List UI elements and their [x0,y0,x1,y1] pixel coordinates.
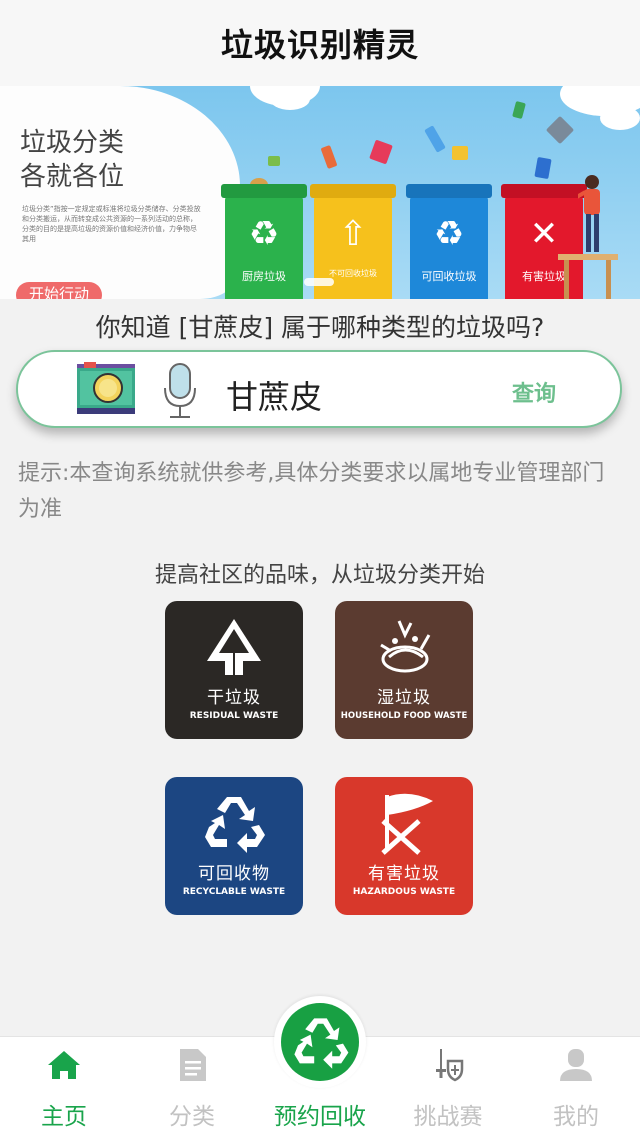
promo-banner[interactable]: 垃圾分类 各就各位 垃圾分类”指按一定规定或标准将垃圾分类储存、分类投放和分类搬… [0,86,640,299]
slogan-text: 提高社区的品味，从垃圾分类开始 [154,563,485,588]
hazardous-icon [381,793,433,855]
bin-recyclable: ♻ 可回收垃圾 [406,184,492,299]
tab-mine[interactable]: 我的 [512,1037,640,1136]
sword-shield-icon [436,1049,464,1082]
banner-description: 垃圾分类”指按一定规定或标准将垃圾分类储存、分类投放和分类搬运，从而转变成公共资… [22,205,201,243]
recycle-icon [205,797,265,853]
category-name: 干垃圾 [207,688,261,708]
document-icon [180,1049,206,1081]
app-title: 垃圾识别精灵 [220,26,419,64]
user-icon [560,1049,592,1081]
bin-kitchen: ♻ 厨房垃圾 [221,184,307,299]
tab-challenge[interactable]: 挑战赛 [384,1037,512,1136]
title-bar: 垃圾识别精灵 [0,0,640,86]
category-name: 可回收物 [198,864,270,884]
tab-category[interactable]: 分类 [128,1037,256,1136]
home-icon [48,1051,80,1079]
category-food-waste[interactable]: 湿垃圾 HOUSEHOLD FOOD WASTE [335,601,473,739]
food-waste-icon [380,620,431,673]
person-icon [578,175,600,252]
start-action-button[interactable]: 开始行动 [16,282,102,299]
search-input[interactable]: 甘蔗皮 [226,372,322,418]
query-button[interactable]: 查询 [512,376,556,408]
hint-text: 提示:本查询系统就供参考,具体分类要求以属地专业管理部门为准 [18,461,605,522]
category-english-name: HAZARDOUS WASTE [352,887,456,897]
banner-headline: 垃圾分类 各就各位 [20,128,125,192]
category-english-name: RESIDUAL WASTE [189,711,279,721]
carousel-indicator[interactable] [304,278,334,286]
search-bar[interactable]: 甘蔗皮 查询 [16,350,622,428]
tab-home[interactable]: 主页 [0,1037,128,1136]
category-name: 有害垃圾 [368,864,440,884]
category-name: 湿垃圾 [377,688,431,708]
question-text: 你知道 [甘蔗皮] 属于哪种类型的垃圾吗? [95,313,545,342]
category-hazardous-waste[interactable]: 有害垃圾 HAZARDOUS WASTE [335,777,473,915]
category-english-name: RECYCLABLE WASTE [182,887,286,897]
category-recyclable-waste[interactable]: 可回收物 RECYCLABLE WASTE [165,777,303,915]
residual-waste-icon [207,619,261,675]
step-stool-icon [558,254,618,299]
recycle-icon [294,1018,349,1069]
microphone-icon[interactable] [162,362,198,420]
recycle-booking-button[interactable] [274,996,366,1088]
category-english-name: HOUSEHOLD FOOD WASTE [340,711,468,721]
category-residual-waste[interactable]: 干垃圾 RESIDUAL WASTE [165,601,303,739]
camera-icon[interactable] [76,362,136,416]
